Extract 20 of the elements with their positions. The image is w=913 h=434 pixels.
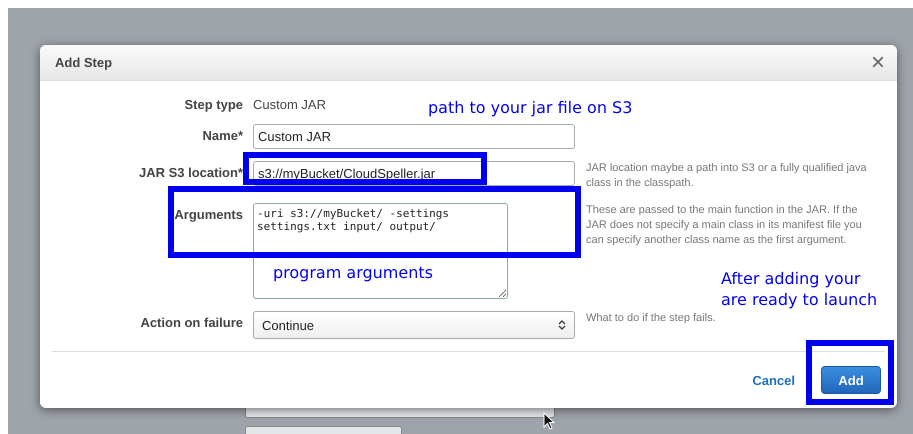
field-label: Arguments (173, 206, 243, 222)
help-text: These are passed to the main function in the JAR. If the JAR does not specify a main class in its manifest file you can specify another class name as the first argument. (586, 203, 863, 248)
annotation-text: program arguments (273, 262, 433, 283)
cancel-link[interactable]: Cancel (752, 372, 795, 388)
close-button[interactable]: × (870, 50, 885, 74)
chevron-icon (558, 319, 566, 331)
input-field[interactable]: Custom JAR (253, 124, 575, 149)
dropdown[interactable]: Continue (253, 311, 575, 339)
dialog-title: Add Step (55, 55, 112, 70)
help-text: JAR location maybe a path into S3 or a fully qualified java class in the classpath. (586, 161, 867, 191)
step-type-value: Custom JAR (253, 96, 326, 112)
annotation-text: path to your jar file on S3 (428, 97, 632, 118)
field-label: Name* (202, 127, 243, 143)
field-label: JAR S3 location* (138, 164, 243, 180)
annotation-text: After adding your are ready to launch (721, 268, 878, 310)
help-text: What to do if the step fails. (586, 311, 717, 326)
field-label: Step type (183, 96, 243, 112)
cursor-icon (543, 412, 555, 430)
field-label: Action on failure (139, 314, 243, 330)
add-button[interactable]: Add (821, 366, 881, 394)
